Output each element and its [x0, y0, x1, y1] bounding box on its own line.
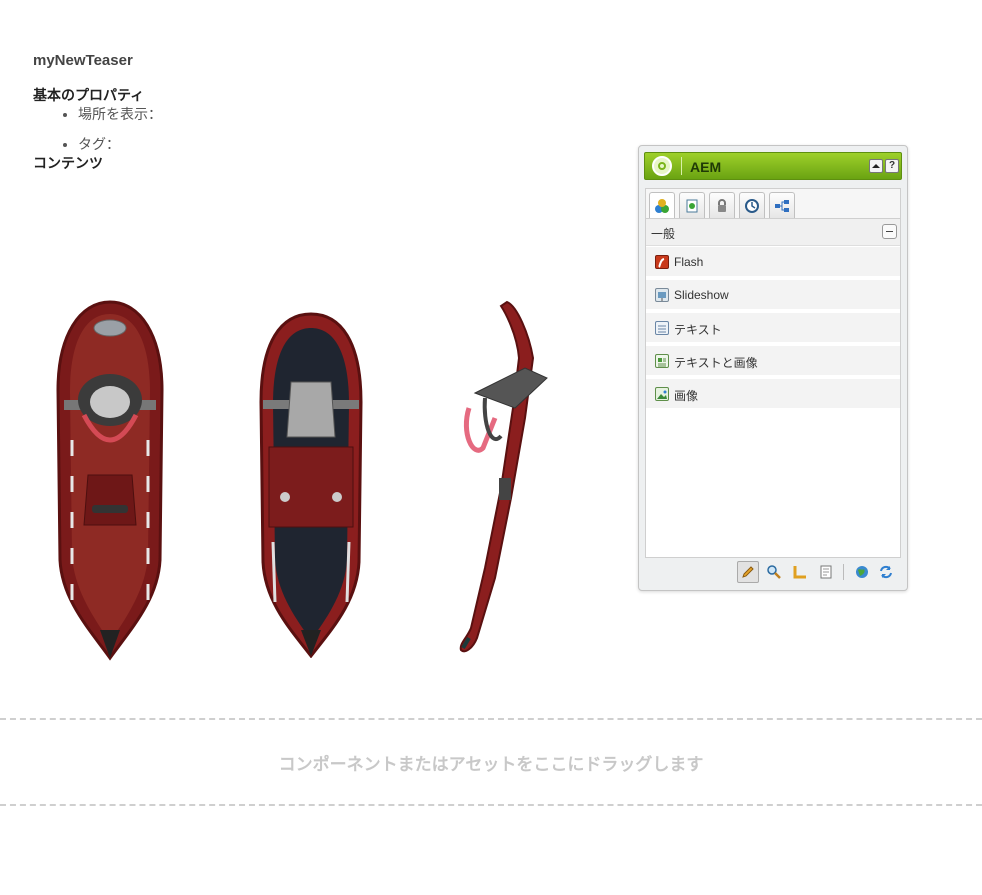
text-icon [655, 321, 669, 335]
sidekick-header[interactable]: AEM ? [644, 152, 902, 180]
clock-icon [745, 198, 759, 213]
slideshow-icon [655, 288, 669, 302]
collapse-group-icon[interactable] [882, 224, 897, 239]
refresh-icon[interactable] [875, 561, 897, 583]
sidekick-title: AEM [690, 159, 722, 175]
component-drop-zone[interactable]: コンポーネントまたはアセットをここにドラッグします [0, 718, 982, 806]
content-heading: コンテンツ [33, 155, 103, 171]
flash-icon [655, 255, 669, 269]
workflow-tab[interactable] [769, 192, 795, 218]
component-text[interactable]: テキスト [646, 313, 900, 344]
preview-magnifier-icon[interactable] [763, 561, 785, 583]
versioning-tab[interactable] [739, 192, 765, 218]
property-tags: タグ： [78, 134, 162, 154]
component-text-image[interactable]: テキストと画像 [646, 346, 900, 377]
component-label: Slideshow [674, 288, 729, 302]
design-ruler-icon[interactable] [789, 561, 811, 583]
component-flash[interactable]: Flash [646, 247, 900, 278]
group-label: 一般 [651, 227, 676, 241]
lock-tab[interactable] [709, 192, 735, 218]
drop-zone-text: コンポーネントまたはアセットをここにドラッグします [278, 754, 704, 774]
sidekick-toolbar [645, 558, 901, 586]
page-icon [686, 199, 698, 212]
component-label: Flash [674, 255, 704, 269]
sidekick-panel[interactable]: AEM ? 一般 Flash Slideshow テキスト テキストと画像 画像 [638, 145, 908, 591]
component-slideshow[interactable]: Slideshow [646, 280, 900, 311]
text-image-icon [655, 354, 669, 368]
page-properties-icon[interactable] [815, 561, 837, 583]
sidekick-tab-bar [645, 188, 901, 218]
snowshoe-top-image[interactable] [50, 300, 170, 662]
components-icon [655, 198, 669, 213]
property-location: 場所を表示： [78, 104, 162, 124]
page-tab[interactable] [679, 192, 705, 218]
component-image[interactable]: 画像 [646, 379, 900, 410]
components-panel: 一般 Flash Slideshow テキスト テキストと画像 画像 [645, 218, 901, 558]
edit-pencil-icon[interactable] [737, 561, 759, 583]
snowshoe-side-image[interactable] [455, 298, 565, 658]
help-icon[interactable]: ? [885, 159, 899, 173]
image-icon [655, 387, 669, 401]
page-title: myNewTeaser [33, 52, 133, 69]
publish-globe-icon[interactable] [851, 561, 873, 583]
component-label: テキスト [674, 323, 722, 337]
header-divider [681, 157, 682, 175]
collapse-up-icon[interactable] [869, 159, 883, 173]
aem-logo-icon [652, 156, 672, 176]
component-label: テキストと画像 [674, 356, 758, 370]
toolbar-divider [843, 564, 844, 580]
components-tab[interactable] [649, 192, 675, 218]
workflow-icon [775, 199, 789, 212]
lock-icon [718, 198, 726, 212]
snowshoe-bottom-image[interactable] [255, 312, 367, 658]
component-label: 画像 [674, 389, 699, 403]
group-header-general[interactable]: 一般 [646, 219, 900, 246]
